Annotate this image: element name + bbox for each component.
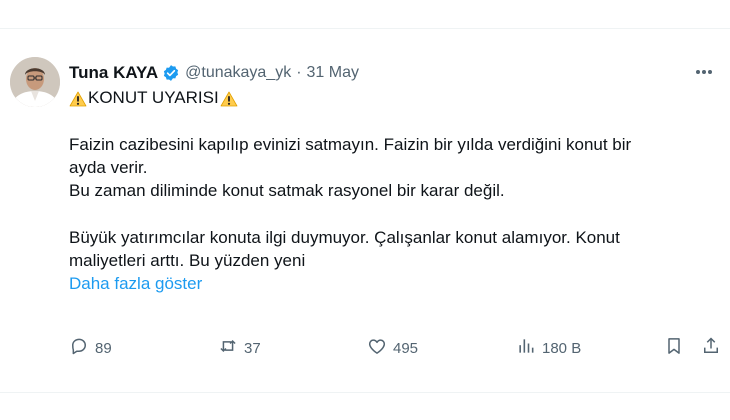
- repost-icon: [218, 336, 238, 360]
- show-more-link[interactable]: Daha fazla göster: [69, 272, 709, 295]
- action-bar: 89 37 495 180 B: [69, 336, 724, 360]
- heart-icon: [367, 336, 387, 360]
- repost-button[interactable]: 37: [218, 336, 261, 360]
- views-count: 180 B: [542, 339, 582, 357]
- tweet-card: Tuna KAYA @tunakaya_yk · 31 May KONUT UY…: [0, 0, 730, 420]
- verified-badge-icon[interactable]: [162, 64, 180, 82]
- reply-count: 89: [95, 339, 112, 357]
- share-button[interactable]: [701, 336, 721, 360]
- author-handle[interactable]: @tunakaya_yk: [185, 64, 291, 82]
- tweet-title: KONUT UYARISI: [69, 86, 709, 109]
- tweet-header: Tuna KAYA @tunakaya_yk · 31 May: [69, 61, 359, 85]
- tweet-text: KONUT UYARISI Faizin cazibesini kapılıp …: [69, 86, 709, 295]
- reply-icon: [69, 336, 89, 360]
- header-separator: ·: [296, 64, 302, 81]
- bottom-divider: [0, 392, 730, 393]
- tweet-line: Büyük yatırımcılar konuta ilgi duymuyor.…: [69, 228, 620, 247]
- top-divider: [0, 28, 730, 29]
- tweet-line: maliyetleri arttı. Bu yüzden yeni: [69, 251, 306, 270]
- tweet-date[interactable]: 31 May: [307, 64, 359, 82]
- author-name[interactable]: Tuna KAYA: [69, 63, 158, 83]
- like-count: 495: [393, 339, 419, 357]
- bookmark-icon: [664, 336, 684, 360]
- views-button[interactable]: 180 B: [516, 336, 581, 360]
- like-button[interactable]: 495: [367, 336, 418, 360]
- warning-emoji-icon: [69, 90, 87, 106]
- warning-emoji-icon: [220, 90, 238, 106]
- tweet-line: ayda verir.: [69, 158, 148, 177]
- avatar[interactable]: [10, 57, 60, 107]
- reply-button[interactable]: 89: [69, 336, 112, 360]
- bookmark-button[interactable]: [664, 336, 684, 360]
- share-icon: [701, 336, 721, 360]
- more-options-icon[interactable]: [692, 62, 716, 82]
- tweet-title-text: KONUT UYARISI: [88, 88, 219, 107]
- analytics-icon: [516, 336, 536, 360]
- tweet-line: Faizin cazibesini kapılıp evinizi satmay…: [69, 135, 632, 154]
- repost-count: 37: [244, 339, 261, 357]
- tweet-line: Bu zaman diliminde konut satmak rasyonel…: [69, 181, 505, 200]
